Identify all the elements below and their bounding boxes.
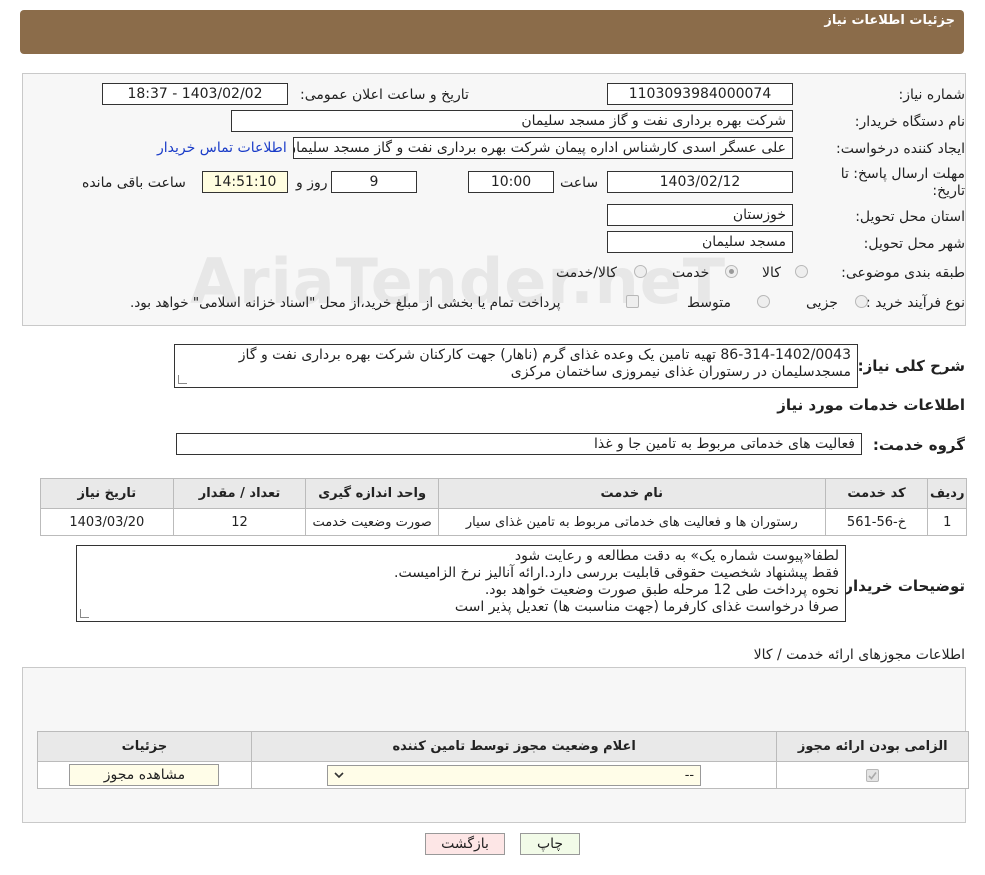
view-permit-button[interactable]: مشاهده مجوز xyxy=(69,764,220,786)
services-table: ردیف کد خدمت نام خدمت واحد اندازه گیری ت… xyxy=(40,478,967,536)
service-group-label: گروه خدمت: xyxy=(872,436,965,454)
days-label: روز و xyxy=(296,175,328,191)
buyer-note-line: فقط پیشنهاد شخصیت حقوقی قابلیت بررسی دار… xyxy=(394,565,839,581)
treasury-payment-note: پرداخت تمام یا بخشی از مبلغ خرید،از محل … xyxy=(130,295,561,311)
buyer-contact-link[interactable]: اطلاعات تماس خریدار xyxy=(157,140,287,156)
category-option-goods-service: کالا/خدمت xyxy=(556,265,617,281)
details-cell: مشاهده مجوز xyxy=(37,761,252,789)
cell-row: 1 xyxy=(927,508,967,536)
chevron-down-icon xyxy=(333,766,345,791)
buyer-note-line: صرفا درخواست غذای کارفرما (جهت مناسبت ها… xyxy=(454,599,839,615)
city-label: شهر محل تحویل: xyxy=(863,236,965,252)
permits-section-title: اطلاعات مجوزهای ارائه خدمت / کالا xyxy=(753,647,965,663)
process-radio-minor[interactable] xyxy=(855,295,868,308)
need-number-label: شماره نیاز: xyxy=(898,87,966,103)
table-row: -- مشاهده مجوز xyxy=(37,761,969,789)
permit-status-select[interactable]: -- xyxy=(327,764,702,786)
col-status-header: اعلام وضعیت مجوز توسط تامین کننده xyxy=(250,731,778,762)
col-details-header: جزئیات xyxy=(37,731,252,762)
process-radio-medium[interactable] xyxy=(757,295,770,308)
col-qty-header: تعداد / مقدار xyxy=(172,478,307,509)
check-icon xyxy=(868,771,877,780)
resize-handle-icon[interactable] xyxy=(178,375,187,384)
deadline-label: مهلت ارسال پاسخ: تا xyxy=(840,166,965,182)
page-title: جزئیات اطلاعات نیاز xyxy=(824,13,955,28)
requester-field[interactable]: علی عسگر اسدی کارشناس اداره پیمان شرکت ب… xyxy=(293,137,793,159)
requester-label: ایجاد کننده درخواست: xyxy=(836,141,965,157)
buyer-note-line: نحوه پرداخت طی 12 مرحله طبق صورت وضعیت خ… xyxy=(484,582,839,598)
cell-code: خ-56-561 xyxy=(824,508,929,536)
announce-datetime-field[interactable]: 1403/02/02 - 18:37 xyxy=(102,83,288,105)
col-date-header: تاریخ نیاز xyxy=(40,478,174,509)
col-row-header: ردیف xyxy=(927,478,967,509)
table-row: 1 خ-56-561 رستوران ها و فعالیت های خدمات… xyxy=(40,508,967,536)
service-group-field[interactable]: فعالیت های خدماتی مربوط به تامین جا و غذ… xyxy=(176,433,862,455)
category-radio-goods-service[interactable] xyxy=(634,265,647,278)
cell-qty: 12 xyxy=(172,508,307,536)
province-field[interactable]: خوزستان xyxy=(607,204,793,226)
deadline-label-date: تاریخ: xyxy=(932,183,965,199)
province-label: استان محل تحویل: xyxy=(855,209,965,225)
process-type-label: نوع فرآیند خرید : xyxy=(866,295,965,311)
summary-text: 86-314-1402/0043 تهیه تامین یک وعده غذای… xyxy=(238,347,851,380)
treasury-payment-checkbox[interactable] xyxy=(626,295,639,308)
col-code-header: کد خدمت xyxy=(824,478,929,509)
col-unit-header: واحد اندازه گیری xyxy=(305,478,439,509)
buyer-notes-textarea[interactable]: لطفا«پیوست شماره یک» به دقت مطالعه و رعا… xyxy=(76,545,846,622)
buyer-note-line: لطفا«پیوست شماره یک» به دقت مطالعه و رعا… xyxy=(514,548,839,564)
col-name-header: نام خدمت xyxy=(437,478,826,509)
page-header xyxy=(20,10,964,54)
col-required-header: الزامی بودن ارائه مجوز xyxy=(776,731,969,762)
city-field[interactable]: مسجد سلیمان xyxy=(607,231,793,253)
buyer-org-label: نام دستگاه خریدار: xyxy=(854,114,965,130)
buyer-org-field[interactable]: شرکت بهره برداری نفت و گاز مسجد سلیمان xyxy=(231,110,793,132)
category-option-goods: کالا xyxy=(762,265,781,281)
permits-table: الزامی بودن ارائه مجوز اعلام وضعیت مجوز … xyxy=(37,731,969,789)
cell-unit: صورت وضعیت خدمت xyxy=(305,508,439,536)
services-section-title: اطلاعات خدمات مورد نیاز xyxy=(777,396,965,414)
remaining-time-label: ساعت باقی مانده xyxy=(82,175,186,191)
buyer-notes-label: توضیحات خریدار: xyxy=(838,577,965,595)
status-cell: -- xyxy=(250,761,778,789)
process-option-medium: متوسط xyxy=(687,295,731,311)
process-option-minor: جزیی xyxy=(806,295,838,311)
announce-datetime-label: تاریخ و ساعت اعلان عمومی: xyxy=(300,87,469,103)
days-remaining-field[interactable]: 9 xyxy=(331,171,417,193)
deadline-time-field[interactable]: 10:00 xyxy=(468,171,554,193)
print-button[interactable]: چاپ xyxy=(520,833,580,855)
deadline-date-field[interactable]: 1403/02/12 xyxy=(607,171,793,193)
cell-name: رستوران ها و فعالیت های خدماتی مربوط به … xyxy=(437,508,826,536)
category-label: طبقه بندی موضوعی: xyxy=(841,265,965,281)
remaining-time-field[interactable]: 14:51:10 xyxy=(202,171,288,193)
required-cell xyxy=(776,761,969,789)
need-number-field[interactable]: 1103093984000074 xyxy=(607,83,793,105)
required-checkbox xyxy=(866,768,880,782)
cell-date: 1403/03/20 xyxy=(40,508,174,536)
back-button[interactable]: بازگشت xyxy=(425,833,505,855)
category-option-service: خدمت xyxy=(672,265,710,281)
summary-label: شرح کلی نیاز: xyxy=(857,357,965,375)
category-radio-service[interactable] xyxy=(725,265,738,278)
summary-textarea[interactable]: 86-314-1402/0043 تهیه تامین یک وعده غذای… xyxy=(174,344,858,388)
resize-handle-icon[interactable] xyxy=(80,609,89,618)
permit-status-value: -- xyxy=(684,767,695,783)
deadline-time-label: ساعت xyxy=(560,175,599,191)
category-radio-goods[interactable] xyxy=(795,265,808,278)
